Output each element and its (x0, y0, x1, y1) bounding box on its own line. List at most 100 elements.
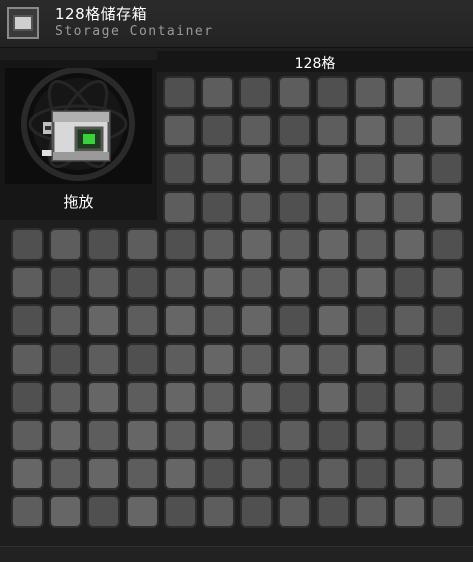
inventory-slot[interactable] (317, 343, 350, 376)
inventory-slot[interactable] (201, 76, 234, 109)
inventory-slot[interactable] (278, 381, 311, 414)
inventory-slot[interactable] (355, 495, 388, 528)
inventory-slot[interactable] (431, 419, 464, 452)
inventory-slot[interactable] (164, 381, 197, 414)
inventory-slot[interactable] (355, 343, 388, 376)
inventory-slot[interactable] (392, 114, 425, 147)
inventory-slot[interactable] (164, 457, 197, 490)
inventory-slot[interactable] (430, 191, 463, 224)
inventory-slot[interactable] (87, 228, 120, 261)
inventory-slot[interactable] (87, 495, 120, 528)
inventory-slot[interactable] (126, 495, 159, 528)
inventory-slot[interactable] (316, 114, 349, 147)
inventory-slot[interactable] (355, 419, 388, 452)
inventory-slot[interactable] (164, 266, 197, 299)
inventory-slot[interactable] (317, 266, 350, 299)
inventory-slot[interactable] (87, 381, 120, 414)
inventory-slot[interactable] (240, 228, 273, 261)
inventory-slot[interactable] (239, 76, 272, 109)
inventory-slot[interactable] (431, 266, 464, 299)
inventory-slot[interactable] (126, 419, 159, 452)
inventory-slot[interactable] (11, 495, 44, 528)
inventory-slot[interactable] (202, 343, 235, 376)
inventory-slot[interactable] (240, 495, 273, 528)
inventory-slot[interactable] (126, 381, 159, 414)
inventory-slot[interactable] (202, 266, 235, 299)
inventory-slot[interactable] (49, 228, 82, 261)
inventory-slot[interactable] (240, 343, 273, 376)
inventory-slot[interactable] (355, 457, 388, 490)
inventory-slot[interactable] (11, 381, 44, 414)
inventory-slot[interactable] (317, 457, 350, 490)
inventory-slot[interactable] (431, 457, 464, 490)
inventory-slot[interactable] (278, 228, 311, 261)
inventory-slot[interactable] (49, 419, 82, 452)
inventory-slot[interactable] (355, 304, 388, 337)
inventory-slot[interactable] (126, 304, 159, 337)
inventory-slot[interactable] (355, 228, 388, 261)
inventory-slot[interactable] (202, 457, 235, 490)
inventory-slot[interactable] (393, 381, 426, 414)
inventory-slot[interactable] (87, 457, 120, 490)
inventory-slot[interactable] (393, 304, 426, 337)
inventory-slot[interactable] (163, 152, 196, 185)
inventory-slot[interactable] (164, 304, 197, 337)
inventory-slot[interactable] (393, 228, 426, 261)
inventory-slot[interactable] (316, 152, 349, 185)
inventory-slot[interactable] (164, 228, 197, 261)
drop-zone-panel[interactable]: 拖放 (0, 60, 157, 220)
inventory-slot[interactable] (49, 495, 82, 528)
inventory-slot[interactable] (392, 191, 425, 224)
inventory-slot[interactable] (278, 304, 311, 337)
inventory-slot[interactable] (278, 152, 311, 185)
inventory-slot[interactable] (278, 457, 311, 490)
inventory-slot[interactable] (278, 419, 311, 452)
inventory-slot[interactable] (164, 419, 197, 452)
inventory-slot[interactable] (163, 114, 196, 147)
inventory-slot[interactable] (87, 304, 120, 337)
inventory-slot[interactable] (201, 152, 234, 185)
inventory-slot[interactable] (11, 457, 44, 490)
inventory-slot[interactable] (431, 343, 464, 376)
inventory-slot[interactable] (202, 419, 235, 452)
inventory-slot[interactable] (431, 228, 464, 261)
inventory-slot[interactable] (431, 381, 464, 414)
inventory-slot[interactable] (431, 495, 464, 528)
inventory-slot[interactable] (430, 76, 463, 109)
inventory-slot[interactable] (393, 343, 426, 376)
inventory-slot[interactable] (354, 114, 387, 147)
inventory-slot[interactable] (49, 381, 82, 414)
inventory-slot[interactable] (393, 419, 426, 452)
inventory-slot[interactable] (317, 419, 350, 452)
inventory-slot[interactable] (316, 191, 349, 224)
inventory-slot[interactable] (11, 228, 44, 261)
inventory-slot[interactable] (164, 343, 197, 376)
inventory-slot[interactable] (126, 457, 159, 490)
inventory-slot[interactable] (126, 228, 159, 261)
inventory-slot[interactable] (239, 191, 272, 224)
inventory-slot[interactable] (240, 266, 273, 299)
inventory-slot[interactable] (11, 343, 44, 376)
inventory-slot[interactable] (87, 419, 120, 452)
inventory-slot[interactable] (164, 495, 197, 528)
inventory-slot[interactable] (240, 381, 273, 414)
inventory-slot[interactable] (202, 495, 235, 528)
inventory-slot[interactable] (11, 419, 44, 452)
inventory-slot[interactable] (163, 191, 196, 224)
inventory-slot[interactable] (239, 152, 272, 185)
inventory-slot[interactable] (163, 76, 196, 109)
inventory-slot[interactable] (278, 343, 311, 376)
inventory-slot[interactable] (430, 114, 463, 147)
inventory-slot[interactable] (201, 191, 234, 224)
inventory-slot[interactable] (202, 381, 235, 414)
inventory-slot[interactable] (240, 304, 273, 337)
inventory-slot[interactable] (87, 266, 120, 299)
inventory-slot[interactable] (430, 152, 463, 185)
inventory-slot[interactable] (317, 228, 350, 261)
inventory-slot[interactable] (278, 76, 311, 109)
inventory-slot[interactable] (392, 152, 425, 185)
inventory-slot[interactable] (354, 76, 387, 109)
inventory-slot[interactable] (87, 343, 120, 376)
inventory-slot[interactable] (278, 266, 311, 299)
inventory-slot[interactable] (278, 191, 311, 224)
